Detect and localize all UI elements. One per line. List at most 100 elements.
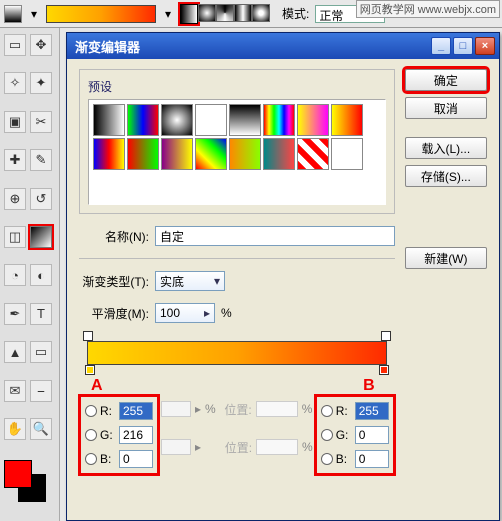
preset-swatch[interactable] [229,104,261,136]
tool-gradient[interactable] [30,226,52,248]
name-input[interactable] [155,226,395,246]
position-label: 位置: [220,401,252,418]
g-input-a[interactable]: 216 [119,426,153,444]
preset-swatch[interactable] [297,138,329,170]
tool-path[interactable]: ▲ [4,341,26,363]
preset-swatch[interactable] [263,104,295,136]
linear-gradient-icon[interactable] [180,4,198,24]
smoothness-input[interactable]: 100 ▸ [155,303,215,323]
r-input-b[interactable]: 255 [355,402,389,420]
tool-dodge[interactable]: ◐ [30,264,52,286]
tool-wand[interactable]: ✦ [30,72,52,94]
close-button[interactable]: × [475,37,495,55]
opacity-stop-left[interactable] [83,331,93,341]
ok-button[interactable]: 确定 [405,69,487,91]
tool-brush[interactable]: ✎ [30,149,52,171]
preset-swatch[interactable] [263,138,295,170]
radio-r[interactable] [321,405,333,417]
radio-r[interactable] [85,405,97,417]
preset-swatch[interactable] [331,138,363,170]
r-input-a[interactable]: 255 [119,402,153,420]
preset-swatch[interactable] [331,104,363,136]
preset-swatch[interactable] [229,138,261,170]
color-stop-left[interactable] [85,365,95,375]
angle-gradient-icon[interactable] [216,4,234,22]
new-button[interactable]: 新建(W) [405,247,487,269]
tool-stamp[interactable]: ⊕ [4,188,26,210]
b-input-b[interactable]: 0 [355,450,389,468]
gradient-type-select[interactable]: 实底 ▾ [155,271,225,291]
preset-swatch[interactable] [93,138,125,170]
cancel-button[interactable]: 取消 [405,97,487,119]
tool-shape[interactable]: ▭ [30,341,52,363]
chevron-right-icon: ▸ [195,440,201,454]
chevron-down-icon[interactable]: ▾ [28,5,40,23]
presets-grid[interactable] [88,99,386,205]
preset-swatch[interactable] [127,138,159,170]
tool-eraser[interactable]: ◫ [4,226,26,248]
stop-controls: ▸%位置:% ▸位置:% [161,399,313,457]
tool-type[interactable]: T [30,303,52,325]
tool-blur[interactable]: ◔ [4,264,26,286]
tool-preset-swatch[interactable] [4,5,22,23]
tool-heal[interactable]: ✚ [4,149,26,171]
tool-slice[interactable]: ✂ [30,111,52,133]
foreground-color-swatch[interactable] [4,460,32,488]
preset-swatch[interactable] [161,104,193,136]
toolbox: ▭ ✥ ✧ ✦ ▣ ✂ ✚ ✎ ⊕ ↺ ◫ ◔ ◐ ✒ T ▲ ▭ ✉ ⎯ ✋ … [0,28,60,521]
chevron-down-icon: ▾ [214,274,220,288]
dialog-titlebar[interactable]: 渐变编辑器 _ □ × [67,33,499,59]
marker-a-label: A [91,377,103,395]
smoothness-label: 平滑度(M): [79,305,149,322]
radio-b[interactable] [85,453,97,465]
gradient-preview[interactable] [46,5,156,23]
opacity-swatch [161,401,191,417]
position-input [256,401,298,417]
preset-swatch[interactable] [93,104,125,136]
maximize-button[interactable]: □ [453,37,473,55]
tool-pen[interactable]: ✒ [4,303,26,325]
gradient-bar[interactable]: A B [87,341,387,365]
name-label: 名称(N): [79,228,149,245]
opacity-stop-right[interactable] [381,331,391,341]
chevron-down-icon[interactable]: ▾ [162,5,174,23]
save-button[interactable]: 存储(S)... [405,165,487,187]
color-stop-right[interactable] [379,365,389,375]
radio-g[interactable] [321,429,333,441]
rgb-group-a: R:255 G:216 B:0 [83,399,155,471]
reflected-gradient-icon[interactable] [234,4,252,22]
tool-zoom[interactable]: 🔍 [30,418,52,440]
preset-swatch[interactable] [195,138,227,170]
minimize-button[interactable]: _ [431,37,451,55]
tool-notes[interactable]: ✉ [4,380,26,402]
presets-label: 预设 [88,78,386,95]
load-button[interactable]: 载入(L)... [405,137,487,159]
gradient-type-group [180,4,270,24]
g-label: G: [100,428,116,442]
tool-move[interactable]: ✥ [30,34,52,56]
diamond-gradient-icon[interactable] [252,4,270,22]
radio-g[interactable] [85,429,97,441]
gradient-ramp[interactable] [87,341,387,365]
preset-swatch[interactable] [195,104,227,136]
preset-swatch[interactable] [161,138,193,170]
preset-swatch[interactable] [127,104,159,136]
chevron-right-icon: ▸ [204,306,210,320]
percent-unit: % [205,402,216,416]
b-input-a[interactable]: 0 [119,450,153,468]
tool-hand[interactable]: ✋ [4,418,26,440]
preset-swatch[interactable] [297,104,329,136]
smoothness-value: 100 [160,306,180,320]
radio-b[interactable] [321,453,333,465]
radial-gradient-icon[interactable] [198,4,216,22]
tool-history[interactable]: ↺ [30,188,52,210]
b-label: B: [336,452,352,466]
gradient-editor-dialog: 渐变编辑器 _ □ × 预设 名称(N): 渐变类型(T): 实底 ▾ [66,32,500,521]
watermark-badge: 网页教学网 www.webjx.com [356,0,500,18]
tool-lasso[interactable]: ✧ [4,72,26,94]
g-input-b[interactable]: 0 [355,426,389,444]
tool-crop[interactable]: ▣ [4,111,26,133]
tool-eyedrop[interactable]: ⎯ [30,380,52,402]
gradient-type-label: 渐变类型(T): [79,273,149,290]
tool-marquee[interactable]: ▭ [4,34,26,56]
